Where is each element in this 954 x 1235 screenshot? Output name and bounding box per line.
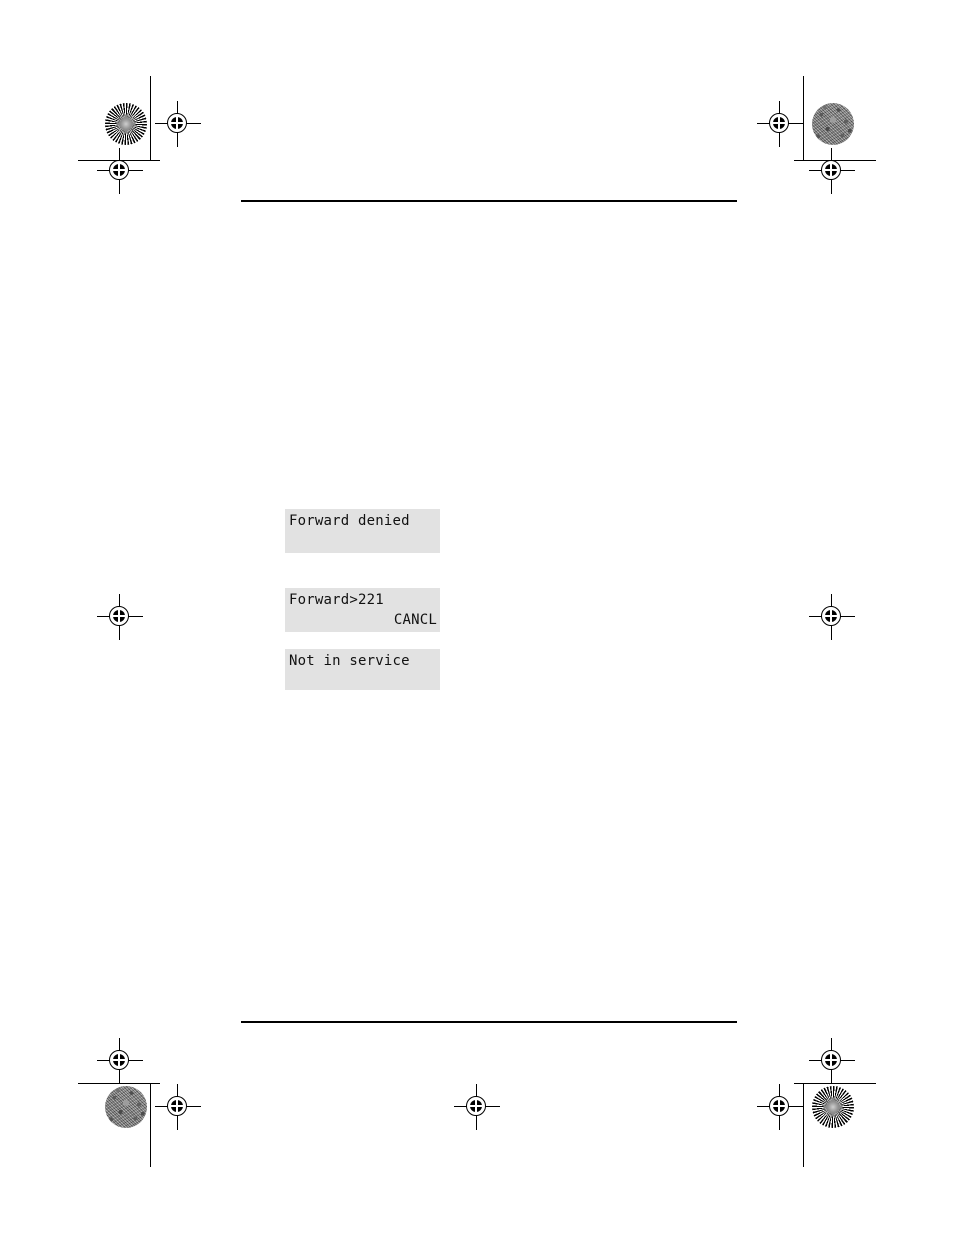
halftone-tint-patch-bottom-left: [105, 1086, 147, 1128]
registration-target-left-middle: [97, 594, 143, 640]
registration-target-top-left-upper: [155, 101, 201, 147]
target-center-dot: [825, 610, 837, 622]
registration-target-bottom-right-lower: [757, 1084, 803, 1130]
target-center-dot: [171, 1100, 183, 1112]
crop-mark-bottom-left-vertical: [150, 1083, 151, 1167]
crop-mark-bottom-right-horizontal: [794, 1083, 876, 1084]
lcd-softkey-label-cancl[interactable]: CANCL: [289, 610, 437, 630]
crop-mark-top-right-vertical: [803, 76, 804, 160]
registration-target-top-right-upper: [757, 101, 803, 147]
target-center-dot: [470, 1100, 482, 1112]
halftone-tint-patch-top-right: [812, 103, 854, 145]
registration-target-bottom-left-lower: [155, 1084, 201, 1130]
crop-mark-bottom-left-horizontal: [78, 1083, 160, 1084]
page-footer-rule: [241, 1021, 737, 1023]
lcd-line-2: [289, 531, 437, 551]
target-center-dot: [773, 117, 785, 129]
lcd-display-forward-denied: Forward denied: [285, 509, 440, 553]
target-center-dot: [113, 164, 125, 176]
target-center-dot: [113, 1054, 125, 1066]
document-page: Forward denied Forward>221 CANCL Not in …: [0, 0, 954, 1235]
registration-target-right-middle: [809, 594, 855, 640]
target-center-dot: [825, 164, 837, 176]
crop-mark-top-left-vertical: [150, 76, 151, 160]
registration-target-bottom-left-upper: [97, 1038, 143, 1084]
target-center-dot: [113, 610, 125, 622]
registration-target-bottom-right-upper: [809, 1038, 855, 1084]
page-header-rule: [241, 200, 737, 202]
registration-target-top-right-lower: [809, 148, 855, 194]
lcd-display-not-in-service: Not in service: [285, 649, 440, 690]
lcd-line-1: Forward>221: [289, 592, 384, 608]
starburst-density-patch-top-left: [105, 103, 147, 145]
target-center-dot: [773, 1100, 785, 1112]
crop-mark-bottom-right-vertical: [803, 1083, 804, 1167]
lcd-line-2: [289, 671, 437, 691]
registration-target-bottom-center: [454, 1084, 500, 1130]
target-center-dot: [171, 117, 183, 129]
lcd-line-1: Not in service: [289, 653, 410, 669]
registration-target-top-left-lower: [97, 148, 143, 194]
starburst-density-patch-bottom-right: [812, 1086, 854, 1128]
lcd-display-forward-221: Forward>221 CANCL: [285, 588, 440, 632]
target-center-dot: [825, 1054, 837, 1066]
lcd-line-1: Forward denied: [289, 513, 410, 529]
